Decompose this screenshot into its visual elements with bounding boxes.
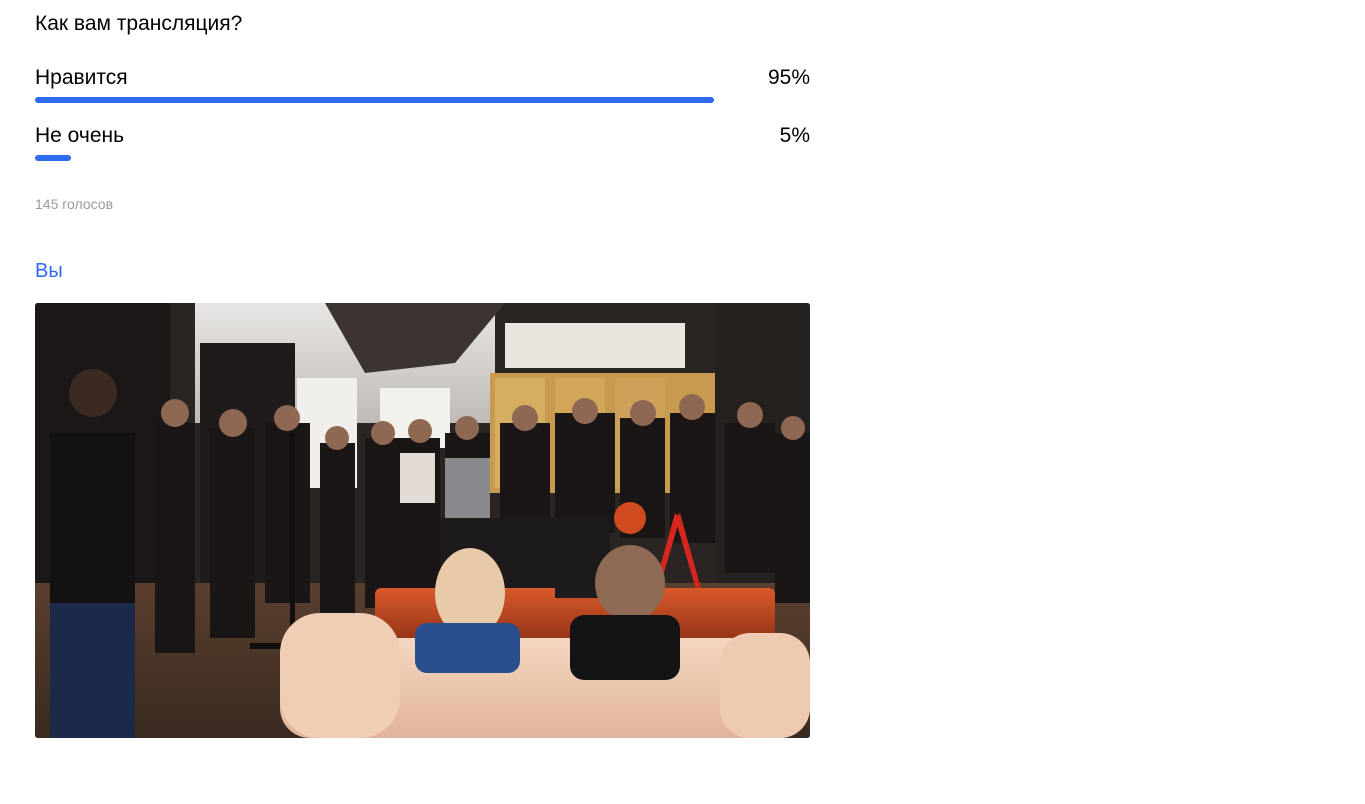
post-photo[interactable] xyxy=(35,303,810,738)
poll-question: Как вам трансляция? xyxy=(35,12,243,35)
poll-option-bar-track xyxy=(35,97,750,103)
poll-option-percent: 5% xyxy=(779,124,810,147)
poll-option-dislikes[interactable]: Не очень 5% xyxy=(35,124,810,164)
poll-option-bar-track xyxy=(35,155,750,161)
post-author-link[interactable]: Вы xyxy=(35,260,63,283)
poll-votes-count: 145 голосов xyxy=(35,196,114,212)
poll-option-likes[interactable]: Нравится 95% xyxy=(35,66,810,106)
poll-option-percent: 95% xyxy=(767,66,810,89)
poll-option-bar-fill xyxy=(35,97,714,103)
poll-option-label: Не очень xyxy=(35,124,125,147)
poll-option-bar-fill xyxy=(35,155,71,161)
photo-of-audience-at-event-icon xyxy=(35,303,810,738)
poll-option-label: Нравится xyxy=(35,66,128,89)
